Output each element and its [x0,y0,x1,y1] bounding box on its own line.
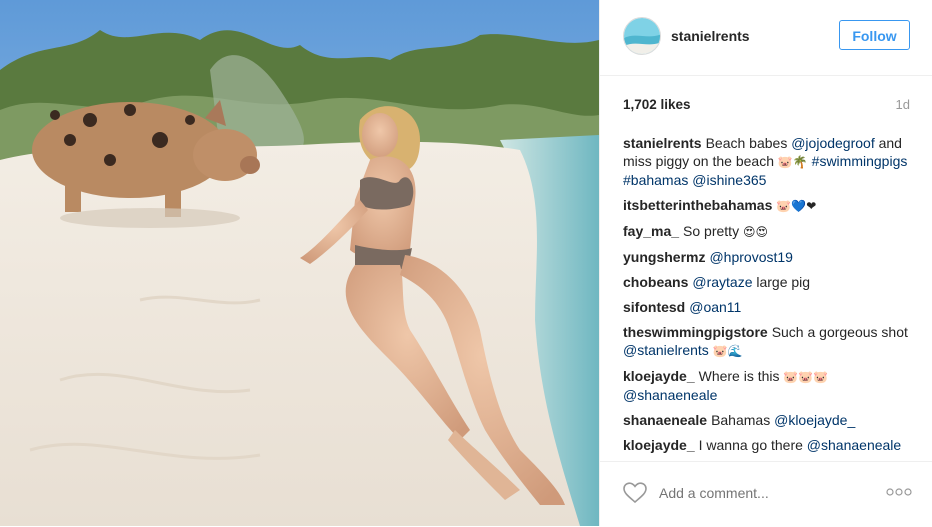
comment-text: Beach babes [705,135,792,151]
comment-item: itsbetterinthebahamas 🐷💙❤ [623,196,916,215]
hashtag-link[interactable]: #swimmingpigs [812,153,908,169]
mention-link[interactable]: @shanaeneale [807,437,901,453]
emoji-text: 🐷🌴 [777,155,808,169]
post-age[interactable]: 1d [896,97,910,112]
avatar-image [624,18,660,54]
comment-author[interactable]: kloejayde_ [623,437,695,453]
post-header: stanielrents Follow [600,0,932,76]
comment-item: shanaeneale Bahamas @kloejayde_ [623,411,916,429]
comment-author[interactable]: sifontesd [623,299,685,315]
comment-item: sifontesd @oan11 [623,298,916,316]
comment-author[interactable]: fay_ma_ [623,223,679,239]
avatar[interactable] [623,17,661,55]
post-photo[interactable] [0,0,599,526]
comment-text: I wanna go there [698,437,807,453]
comment-list: stanielrents Beach babes @jojodegroof and… [623,134,916,462]
comment-item: stanielrents Beach babes @jojodegroof and… [623,134,916,189]
mention-link[interactable]: @kloejayde_ [774,412,855,428]
like-count[interactable]: 1,702 likes [623,97,691,112]
comment-item: theswimmingpigstore Such a gorgeous shot … [623,323,916,360]
mention-link[interactable]: @ishine365 [692,172,766,188]
follow-button[interactable]: Follow [839,20,910,50]
mention-link[interactable]: @jojodegroof [791,135,875,151]
likes-row: 1,702 likes 1d [623,97,910,115]
comment-text: So pretty [683,223,743,239]
comment-item: kloejayde_ I wanna go there @shanaeneale [623,436,916,454]
comment-author[interactable]: theswimmingpigstore [623,324,768,340]
comment-item: chobeans @raytaze large pig [623,273,916,291]
emoji-text: 🐷💙❤ [776,199,817,213]
mention-link[interactable]: @raytaze [692,274,752,290]
post-photo-image [0,0,599,526]
post-username[interactable]: stanielrents [671,28,750,44]
comment-item: fay_ma_ So pretty 😍😍 [623,222,916,241]
heart-icon[interactable] [623,482,647,504]
mention-link[interactable]: @hprovost19 [709,249,792,265]
hashtag-link[interactable]: #bahamas [623,172,688,188]
comment-footer [600,461,932,527]
mention-link[interactable]: @stanielrents [623,342,709,358]
comment-author[interactable]: stanielrents [623,135,702,151]
comment-text: Where is this [698,368,784,384]
comment-author[interactable]: shanaeneale [623,412,707,428]
post-sidebar: stanielrents Follow 1,702 likes 1d stani… [599,0,932,526]
more-options-icon[interactable] [886,487,912,497]
mention-link[interactable]: @oan11 [689,299,741,315]
comment-text: Bahamas [711,412,775,428]
comment-text: Such a gorgeous shot [771,324,908,340]
comment-author[interactable]: itsbetterinthebahamas [623,197,772,213]
comment-item: kloejayde_ Where is this 🐷🐷🐷 @shanaeneale [623,367,916,404]
comment-author[interactable]: yungshermz [623,249,705,265]
comment-author[interactable]: kloejayde_ [623,368,695,384]
mention-link[interactable]: @shanaeneale [623,387,717,403]
emoji-text: 😍😍 [742,225,768,239]
add-comment-input[interactable] [657,484,861,502]
comment-item: yungshermz @hprovost19 [623,248,916,266]
comment-text: large pig [752,274,811,290]
comment-author[interactable]: chobeans [623,274,688,290]
emoji-text: 🐷🌊 [712,344,743,358]
emoji-text: 🐷🐷🐷 [783,370,829,384]
